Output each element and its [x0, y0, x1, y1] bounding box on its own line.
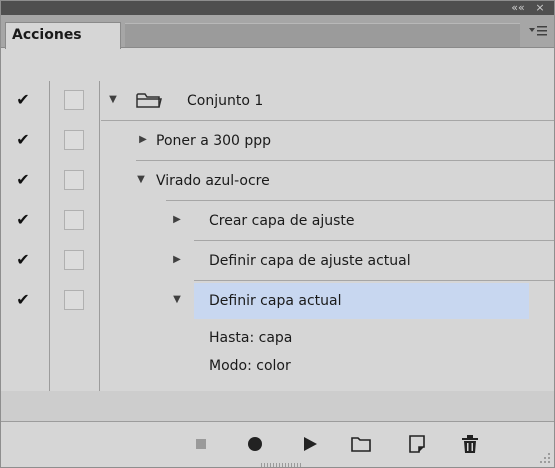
command-detail: Modo: color	[209, 358, 291, 374]
panel-menu-icon[interactable]	[526, 23, 550, 45]
checkmark-icon[interactable]: ✔	[13, 170, 33, 190]
action-label: Virado azul-ocre	[156, 173, 270, 189]
resize-grip[interactable]	[261, 463, 301, 467]
new-action-icon[interactable]	[403, 430, 431, 458]
tab-row: Acciones	[1, 15, 554, 49]
list-item[interactable]: ✔ ▼ Conjunto 1	[1, 81, 554, 121]
expand-triangle-icon[interactable]: ▶	[171, 254, 183, 266]
folder-icon	[136, 93, 162, 108]
corner-resize-icon[interactable]	[539, 452, 551, 464]
checkmark-icon[interactable]: ✔	[13, 210, 33, 230]
dialog-toggle-box[interactable]	[64, 290, 84, 310]
checkmark-icon[interactable]: ✔	[13, 250, 33, 270]
delete-icon[interactable]	[456, 430, 484, 458]
record-icon[interactable]	[241, 430, 269, 458]
action-label: Conjunto 1	[187, 93, 264, 109]
panel-title-strip: «« ×	[1, 1, 554, 15]
list-item[interactable]: ✔ ▶ Definir capa de ajuste actual	[1, 241, 554, 281]
expand-triangle-icon[interactable]: ▶	[137, 134, 149, 146]
tab-spacer	[125, 23, 520, 47]
action-label: Crear capa de ajuste	[209, 213, 355, 229]
list-item[interactable]: ✔ ▶ Poner a 300 ppp	[1, 121, 554, 161]
action-label: Definir capa de ajuste actual	[209, 253, 411, 269]
list-item[interactable]: ✔ ▼ Virado azul-ocre	[1, 161, 554, 201]
dialog-toggle-box[interactable]	[64, 170, 84, 190]
stop-icon[interactable]	[187, 430, 215, 458]
dialog-toggle-box[interactable]	[64, 210, 84, 230]
dialog-toggle-box[interactable]	[64, 90, 84, 110]
dialog-toggle-box[interactable]	[64, 250, 84, 270]
expand-triangle-icon[interactable]: ▼	[107, 94, 119, 106]
expand-triangle-icon[interactable]: ▼	[135, 174, 147, 186]
expand-triangle-icon[interactable]: ▼	[171, 294, 183, 306]
list-item-selected[interactable]: ✔ ▼ Definir capa actual	[1, 281, 554, 321]
play-icon[interactable]	[296, 430, 324, 458]
tab-acciones[interactable]: Acciones	[5, 22, 121, 49]
collapse-icon[interactable]: ««	[509, 1, 527, 15]
action-label: Definir capa actual	[209, 293, 342, 309]
expand-triangle-icon[interactable]: ▶	[171, 214, 183, 226]
actions-panel: «« × Acciones ✔ ▼ Conjunto 1 ✔ ▶ Poner a…	[0, 0, 555, 468]
list-item[interactable]: ✔ ▶ Crear capa de ajuste	[1, 201, 554, 241]
bottom-toolbar	[1, 421, 554, 467]
close-icon[interactable]: ×	[531, 1, 549, 15]
checkmark-icon[interactable]: ✔	[13, 130, 33, 150]
empty-list-area	[1, 391, 554, 421]
new-set-icon[interactable]	[347, 430, 375, 458]
action-label: Poner a 300 ppp	[156, 133, 272, 149]
checkmark-icon[interactable]: ✔	[13, 90, 33, 110]
dialog-toggle-box[interactable]	[64, 130, 84, 150]
command-detail: Hasta: capa	[209, 330, 293, 346]
checkmark-icon[interactable]: ✔	[13, 290, 33, 310]
